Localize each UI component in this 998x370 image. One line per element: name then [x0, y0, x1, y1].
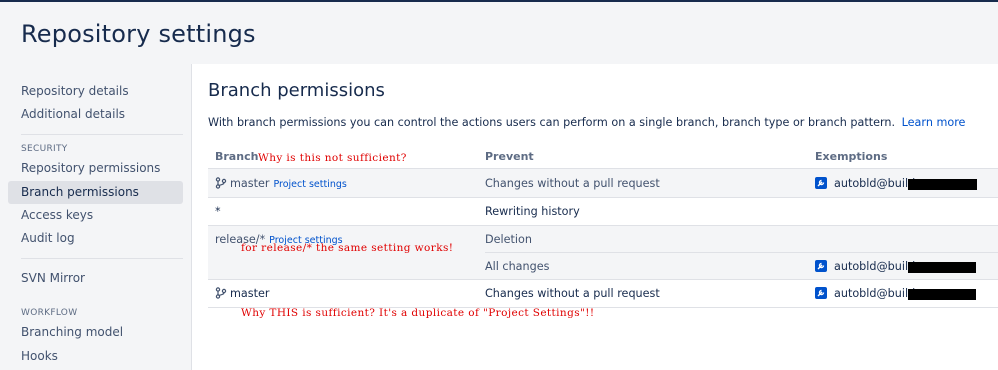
project-settings-link[interactable]: Project settings — [273, 179, 346, 190]
redaction-bar — [908, 179, 977, 190]
annotation-header-note: Why is this not sufficient? — [258, 152, 407, 164]
user-icon — [815, 177, 827, 189]
section-title: Branch permissions — [208, 80, 385, 101]
branch-icon — [215, 177, 227, 189]
exemption-user: autobld@build — [834, 260, 916, 273]
user-icon — [815, 260, 827, 272]
branch-cell[interactable]: * — [215, 205, 221, 218]
prevent-cell: Deletion — [485, 233, 532, 246]
prevent-cell: Changes without a pull request — [485, 177, 660, 190]
sidebar-item-branch-permissions[interactable]: Branch permissions — [8, 181, 183, 204]
sidebar: Repository details Additional details SE… — [0, 64, 192, 370]
table-divider — [208, 279, 998, 280]
annotation-release-note: for release/* the same setting works! — [241, 242, 454, 254]
description: With branch permissions you can control … — [208, 116, 965, 129]
prevent-cell: Rewriting history — [485, 205, 580, 218]
sidebar-section-workflow: WORKFLOW — [21, 308, 78, 318]
user-icon — [815, 287, 827, 299]
branch-name: master — [230, 177, 270, 190]
sidebar-item-additional-details[interactable]: Additional details — [8, 103, 183, 126]
exemption-user: autobld@build — [834, 287, 916, 300]
exemption-user: autobld@build — [834, 177, 916, 190]
sidebar-section-security: SECURITY — [21, 144, 68, 154]
sidebar-item-svn-mirror[interactable]: SVN Mirror — [8, 267, 183, 290]
sidebar-item-repository-permissions[interactable]: Repository permissions — [8, 157, 183, 180]
branch-cell[interactable]: master — [215, 287, 269, 300]
prevent-cell: Changes without a pull request — [485, 287, 660, 300]
table-divider — [208, 197, 998, 198]
sidebar-item-access-keys[interactable]: Access keys — [8, 204, 183, 227]
column-header-prevent: Prevent — [485, 150, 534, 163]
branch-icon — [215, 287, 227, 299]
description-text: With branch permissions you can control … — [208, 116, 896, 129]
prevent-cell: All changes — [485, 260, 550, 273]
sidebar-divider — [21, 258, 183, 259]
branch-name: master — [230, 287, 270, 300]
learn-more-link[interactable]: Learn more — [902, 116, 966, 129]
redaction-bar — [908, 289, 976, 300]
sub-row-divider — [485, 252, 998, 253]
column-header-exemptions: Exemptions — [815, 150, 888, 163]
branch-cell[interactable]: master Project settings — [215, 177, 347, 190]
redaction-bar — [908, 262, 976, 273]
sidebar-item-audit-log[interactable]: Audit log — [8, 227, 183, 250]
annotation-bottom-note: Why THIS is sufficient? It's a duplicate… — [241, 307, 595, 319]
sidebar-divider — [21, 134, 183, 135]
column-header-branch[interactable]: Branch — [215, 150, 258, 163]
page-title: Repository settings — [21, 20, 256, 48]
sidebar-item-hooks[interactable]: Hooks — [8, 345, 183, 368]
sidebar-item-branching-model[interactable]: Branching model — [8, 321, 183, 344]
sidebar-item-repository-details[interactable]: Repository details — [8, 80, 183, 103]
page-header: Repository settings — [0, 2, 998, 64]
